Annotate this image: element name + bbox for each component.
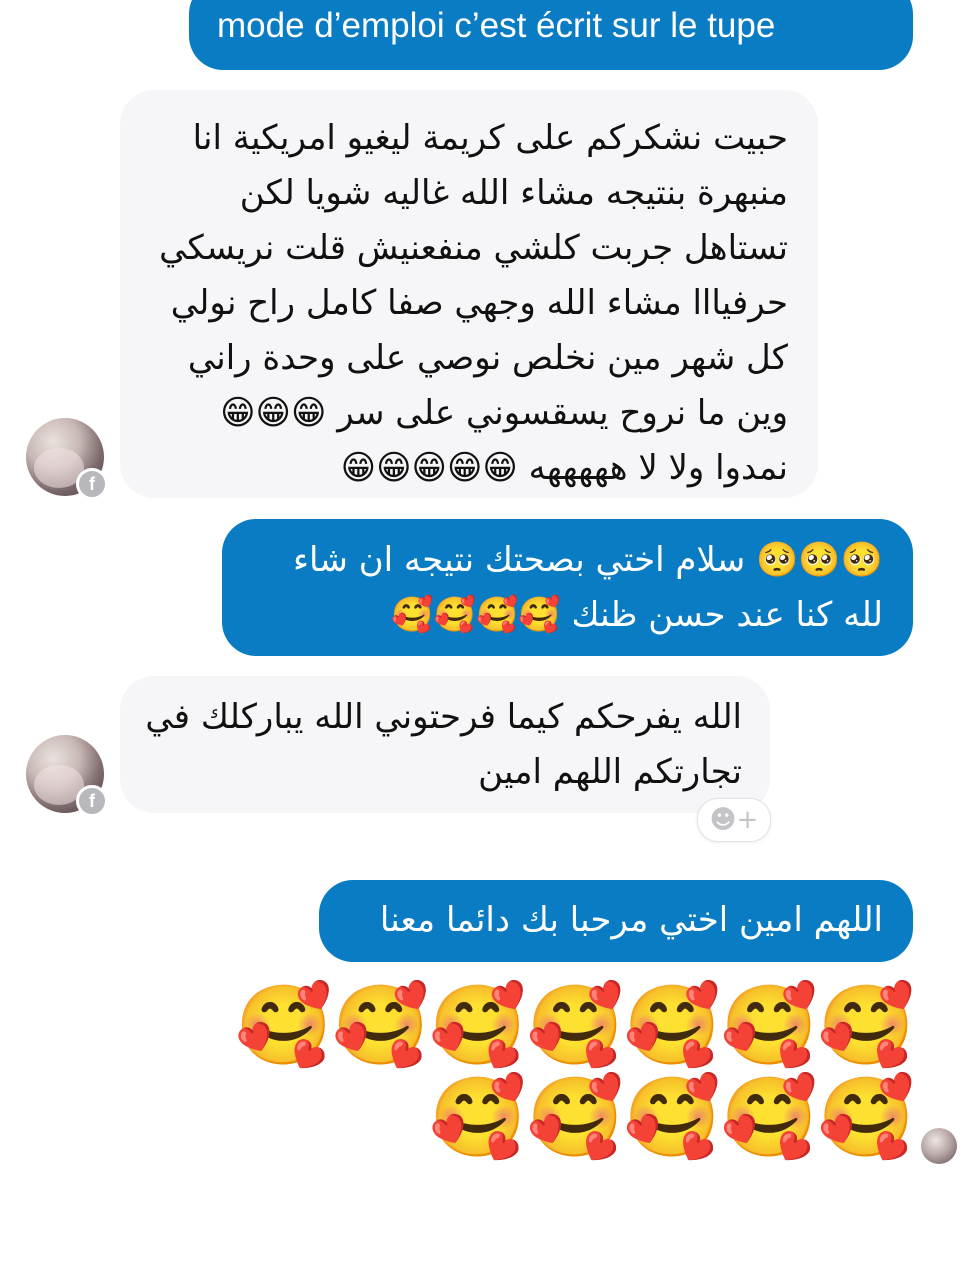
outgoing-message-bubble[interactable]: mode d’emploi c’est écrit sur le tupe [189, 0, 913, 70]
emoji-row: 🥰🥰🥰🥰🥰 [429, 1073, 915, 1163]
message-line: وين ما نروح يسقسوني على سر 😁😁😁 [220, 393, 788, 433]
message-line: منبهرة بنتيجه مشاء الله غاليه شويا لكن [239, 173, 788, 213]
emoji-row: 🥰🥰🥰🥰🥰🥰🥰 [235, 981, 915, 1071]
smiley-plus-icon: ☻+ [709, 805, 759, 835]
sender-avatar[interactable]: f [26, 735, 108, 817]
facebook-icon: f [76, 468, 108, 500]
seen-avatar [921, 1128, 957, 1164]
message-line: لله كنا عند حسن ظنك 🥰🥰🥰🥰 [391, 595, 883, 635]
emoji-message[interactable]: 🥰🥰🥰🥰🥰🥰🥰 🥰🥰🥰🥰🥰 [210, 980, 915, 1164]
facebook-icon: f [76, 785, 108, 817]
outgoing-message-bubble[interactable]: اللهم امين اختي مرحبا بك دائما معنا [319, 880, 913, 962]
message-line: كل شهر مين نخلص نوصي على وحدة راني [187, 338, 788, 378]
outgoing-message-bubble[interactable]: 🥺🥺🥺 سلام اختي بصحتك نتيجه ان شاء لله كنا… [222, 519, 913, 656]
sender-avatar[interactable]: f [26, 418, 108, 500]
message-line: تجارتكم اللهم امين [478, 752, 742, 792]
message-line: نمدوا ولا لا هههههه 😁😁😁😁😁 [340, 448, 788, 488]
message-line: حبيت نشكركم على كريمة ليغيو امريكية انا [192, 118, 788, 158]
incoming-message-bubble[interactable]: الله يفرحكم كيما فرحتوني الله يباركلك في… [120, 676, 770, 813]
message-line: تستاهل جربت كلشي منفعنيش قلت نريسكي [159, 228, 788, 268]
incoming-message-bubble[interactable]: حبيت نشكركم على كريمة ليغيو امريكية انا … [120, 90, 818, 498]
message-line: الله يفرحكم كيما فرحتوني الله يباركلك في [145, 697, 742, 737]
message-text: mode d’emploi c’est écrit sur le tupe [217, 6, 776, 45]
message-line: حرفيااا مشاء الله وجهي صفا كامل راح نولي [170, 283, 788, 323]
message-text: اللهم امين اختي مرحبا بك دائما معنا [379, 900, 883, 940]
add-reaction-button[interactable]: ☻+ [697, 798, 771, 842]
message-line: 🥺🥺🥺 سلام اختي بصحتك نتيجه ان شاء [293, 540, 883, 580]
